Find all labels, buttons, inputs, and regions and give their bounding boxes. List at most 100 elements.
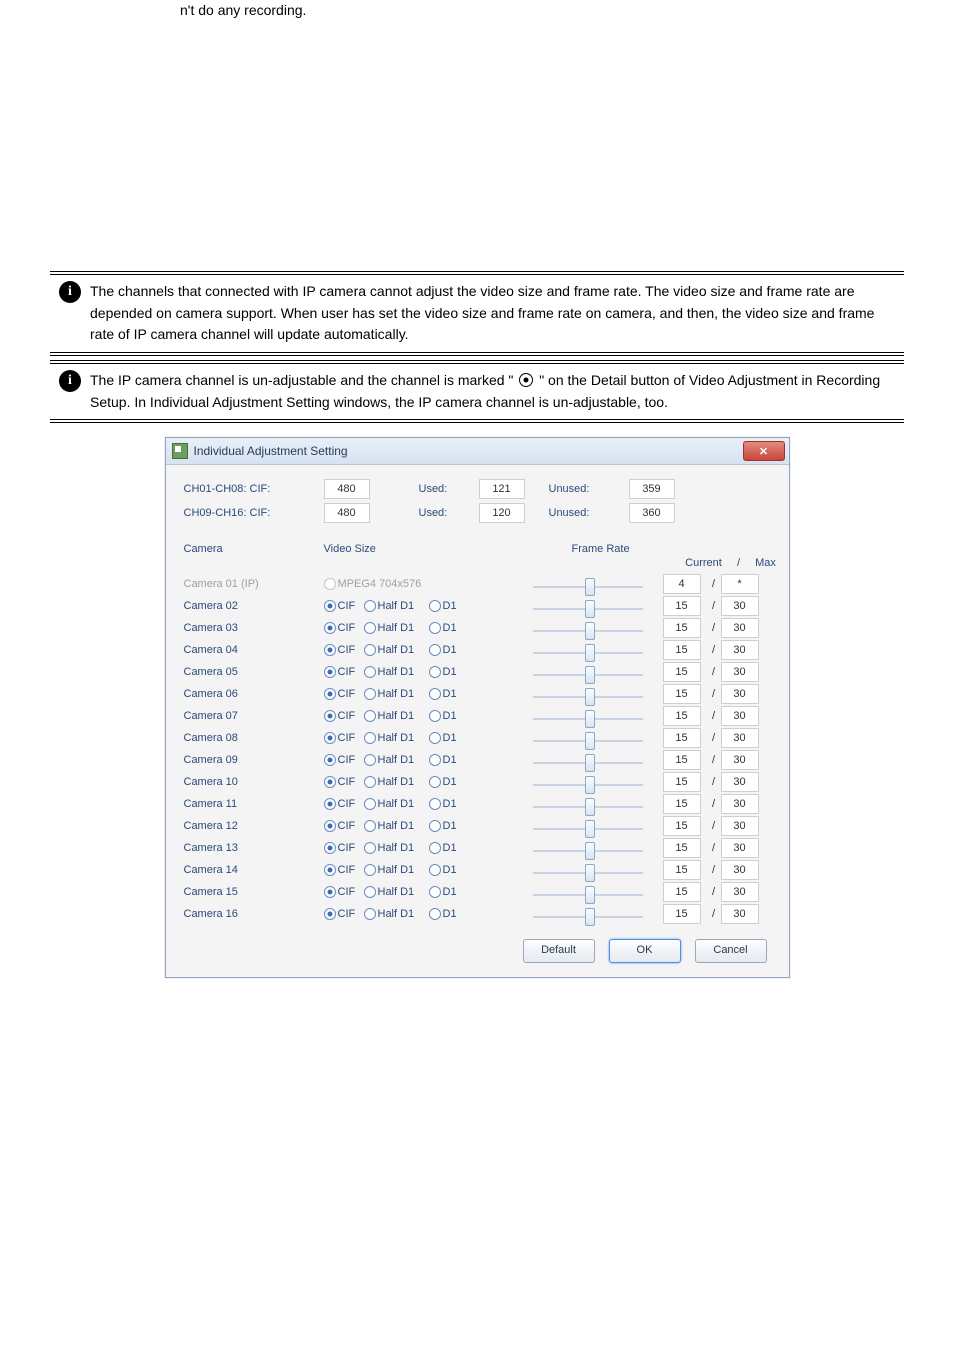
d1-radio[interactable]: D1 bbox=[429, 886, 481, 898]
frame-rate-slider[interactable] bbox=[533, 688, 643, 702]
slash: / bbox=[707, 776, 721, 788]
frame-rate-max: 30 bbox=[721, 618, 765, 638]
d1-radio[interactable]: D1 bbox=[429, 622, 481, 634]
halfd1-radio[interactable]: Half D1 bbox=[364, 886, 429, 898]
camera-row: Camera 12 CIF Half D1 D1 15 / 30 bbox=[184, 815, 771, 837]
d1-label: D1 bbox=[443, 710, 457, 722]
camera-name: Camera 04 bbox=[184, 644, 324, 656]
slash: / bbox=[707, 864, 721, 876]
d1-label: D1 bbox=[443, 864, 457, 876]
d1-radio[interactable]: D1 bbox=[429, 600, 481, 612]
d1-label: D1 bbox=[443, 622, 457, 634]
cif-radio[interactable]: CIF bbox=[324, 886, 364, 898]
ok-button[interactable]: OK bbox=[609, 939, 681, 963]
d1-radio[interactable]: D1 bbox=[429, 644, 481, 656]
slash: / bbox=[707, 622, 721, 634]
frame-rate-slider[interactable] bbox=[533, 864, 643, 878]
frame-rate-max: 30 bbox=[721, 750, 765, 770]
col-framerate: Frame Rate bbox=[546, 543, 676, 555]
cif-label: CIF bbox=[338, 710, 356, 722]
frame-rate-slider[interactable] bbox=[533, 732, 643, 746]
camera-row: Camera 14 CIF Half D1 D1 15 / 30 bbox=[184, 859, 771, 881]
radio-selected-icon bbox=[519, 373, 533, 387]
halfd1-radio[interactable]: Half D1 bbox=[364, 864, 429, 876]
halfd1-radio[interactable]: Half D1 bbox=[364, 600, 429, 612]
cif-radio[interactable]: CIF bbox=[324, 666, 364, 678]
frame-rate-slider[interactable] bbox=[533, 644, 643, 658]
frame-rate-slider bbox=[533, 578, 643, 592]
frame-rate-slider[interactable] bbox=[533, 710, 643, 724]
halfd1-radio[interactable]: Half D1 bbox=[364, 622, 429, 634]
camera-row: Camera 03 CIF Half D1 D1 15 / 30 bbox=[184, 617, 771, 639]
frame-rate-slider[interactable] bbox=[533, 842, 643, 856]
halfd1-radio[interactable]: Half D1 bbox=[364, 710, 429, 722]
cif-label: CIF bbox=[338, 600, 356, 612]
frame-rate-slider[interactable] bbox=[533, 666, 643, 680]
d1-radio[interactable]: D1 bbox=[429, 864, 481, 876]
d1-radio[interactable]: D1 bbox=[429, 754, 481, 766]
cif-label: CIF bbox=[338, 820, 356, 832]
halfd1-radio[interactable]: Half D1 bbox=[364, 798, 429, 810]
d1-radio[interactable]: D1 bbox=[429, 732, 481, 744]
halfd1-radio[interactable]: Half D1 bbox=[364, 776, 429, 788]
d1-radio[interactable]: D1 bbox=[429, 666, 481, 678]
default-button[interactable]: Default bbox=[523, 939, 595, 963]
d1-radio[interactable]: D1 bbox=[429, 820, 481, 832]
cif-radio[interactable]: CIF bbox=[324, 820, 364, 832]
cif-radio[interactable]: CIF bbox=[324, 754, 364, 766]
halfd1-radio[interactable]: Half D1 bbox=[364, 732, 429, 744]
frame-rate-max: 30 bbox=[721, 816, 765, 836]
frame-rate-slider[interactable] bbox=[533, 908, 643, 922]
frame-rate-slider[interactable] bbox=[533, 622, 643, 636]
frame-rate-current: 15 bbox=[663, 618, 707, 638]
slash: / bbox=[707, 732, 721, 744]
halfd1-radio[interactable]: Half D1 bbox=[364, 908, 429, 920]
col-camera: Camera bbox=[184, 543, 324, 555]
cif-radio[interactable]: CIF bbox=[324, 776, 364, 788]
halfd1-radio[interactable]: Half D1 bbox=[364, 820, 429, 832]
d1-radio[interactable]: D1 bbox=[429, 688, 481, 700]
cancel-button[interactable]: Cancel bbox=[695, 939, 767, 963]
frame-rate-slider[interactable] bbox=[533, 886, 643, 900]
table-header: Camera Video Size Frame Rate bbox=[184, 539, 771, 557]
halfd1-radio[interactable]: Half D1 bbox=[364, 842, 429, 854]
halfd1-radio[interactable]: Half D1 bbox=[364, 754, 429, 766]
frame-rate-slider[interactable] bbox=[533, 820, 643, 834]
frame-rate-slider[interactable] bbox=[533, 754, 643, 768]
summary-total: 480 bbox=[324, 479, 399, 499]
d1-radio[interactable]: D1 bbox=[429, 798, 481, 810]
halfd1-radio[interactable]: Half D1 bbox=[364, 644, 429, 656]
d1-radio[interactable]: D1 bbox=[429, 908, 481, 920]
d1-radio[interactable]: D1 bbox=[429, 710, 481, 722]
summary-unused-value: 359 bbox=[629, 479, 684, 499]
cif-radio[interactable]: CIF bbox=[324, 644, 364, 656]
d1-radio[interactable]: D1 bbox=[429, 842, 481, 854]
cif-radio[interactable]: CIF bbox=[324, 864, 364, 876]
d1-label: D1 bbox=[443, 842, 457, 854]
cif-radio[interactable]: CIF bbox=[324, 688, 364, 700]
cif-label: CIF bbox=[338, 908, 356, 920]
info-icon: i bbox=[59, 370, 81, 392]
frame-rate-slider[interactable] bbox=[533, 600, 643, 614]
halfd1-radio[interactable]: Half D1 bbox=[364, 666, 429, 678]
frame-rate-slider[interactable] bbox=[533, 776, 643, 790]
halfd1-label: Half D1 bbox=[378, 622, 415, 634]
frame-rate-slider[interactable] bbox=[533, 798, 643, 812]
slash: / bbox=[707, 754, 721, 766]
info-note-2-text: The IP camera channel is un-adjustable a… bbox=[90, 370, 904, 413]
frame-rate-max: * bbox=[721, 574, 765, 594]
cif-radio[interactable]: CIF bbox=[324, 798, 364, 810]
cif-radio[interactable]: CIF bbox=[324, 710, 364, 722]
summary-row: CH09-CH16: CIF: 480 Used: 120 Unused: 36… bbox=[184, 501, 771, 525]
halfd1-radio[interactable]: Half D1 bbox=[364, 688, 429, 700]
cif-radio[interactable]: CIF bbox=[324, 732, 364, 744]
cif-radio[interactable]: CIF bbox=[324, 908, 364, 920]
cif-radio[interactable]: CIF bbox=[324, 600, 364, 612]
frame-rate-max: 30 bbox=[721, 772, 765, 792]
frame-rate-max: 30 bbox=[721, 662, 765, 682]
cif-radio[interactable]: CIF bbox=[324, 622, 364, 634]
close-button[interactable]: ✕ bbox=[743, 441, 785, 461]
frame-rate-current: 4 bbox=[663, 574, 707, 594]
d1-radio[interactable]: D1 bbox=[429, 776, 481, 788]
cif-radio[interactable]: CIF bbox=[324, 842, 364, 854]
